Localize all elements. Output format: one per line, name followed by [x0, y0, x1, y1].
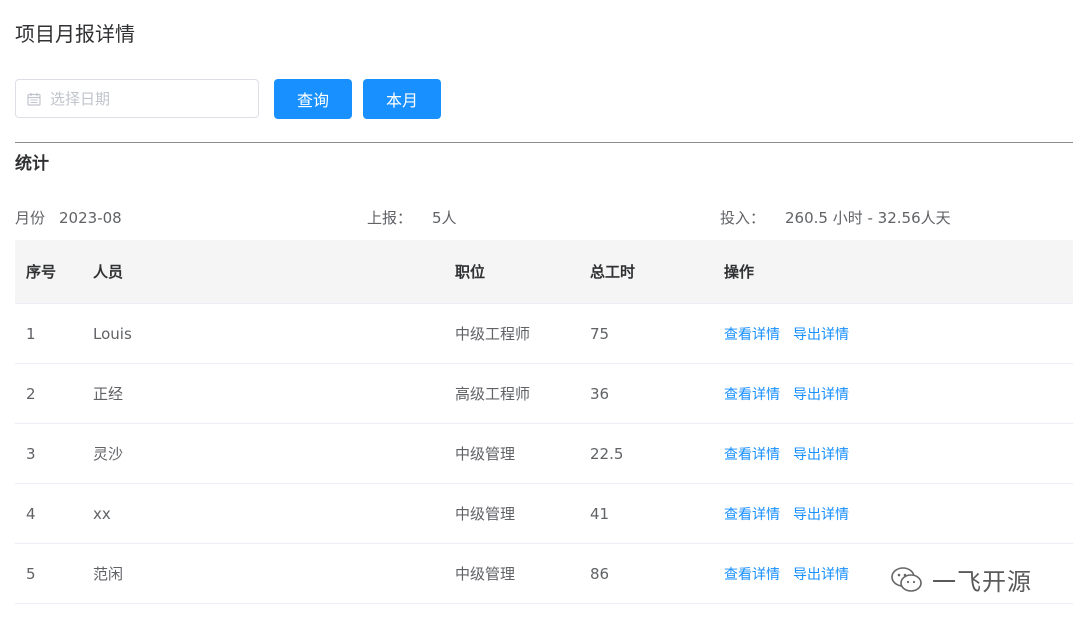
- column-header-hours: 总工时: [590, 263, 636, 281]
- table-header: 序号 人员 职位 总工时 操作: [15, 240, 1073, 304]
- stat-report-value: 5人: [432, 209, 457, 227]
- view-details-link[interactable]: 查看详情: [724, 324, 780, 344]
- stat-report-label: 上报：: [367, 209, 413, 227]
- stat-report: 上报： 5人: [367, 207, 457, 229]
- table-row: 2 正经 高级工程师 36 查看详情 导出详情: [15, 364, 1073, 424]
- row-position: 中级管理: [455, 505, 516, 523]
- column-header-index: 序号: [26, 263, 57, 281]
- stat-month: 月份 2023-08: [15, 207, 122, 229]
- table-row: 3 灵沙 中级管理 22.5 查看详情 导出详情: [15, 424, 1073, 484]
- calendar-icon: [27, 93, 41, 106]
- stat-invest-value: 260.5 小时 - 32.56人天: [785, 209, 951, 227]
- row-hours: 22.5: [590, 444, 624, 463]
- row-actions: 查看详情 导出详情: [724, 484, 862, 543]
- wechat-icon: [891, 566, 922, 592]
- section-title: 统计: [15, 154, 49, 174]
- view-details-link[interactable]: 查看详情: [724, 504, 780, 524]
- export-details-link[interactable]: 导出详情: [793, 444, 849, 464]
- export-details-link[interactable]: 导出详情: [793, 504, 849, 524]
- row-hours: 86: [590, 564, 610, 583]
- date-picker[interactable]: [15, 79, 259, 118]
- table-row: 4 xx 中级管理 41 查看详情 导出详情: [15, 484, 1073, 544]
- export-details-link[interactable]: 导出详情: [793, 564, 849, 584]
- page-title: 项目月报详情: [15, 22, 135, 46]
- row-position: 高级工程师: [455, 385, 531, 403]
- row-person: 灵沙: [93, 445, 124, 463]
- column-header-person: 人员: [93, 263, 124, 281]
- stat-month-value: 2023-08: [59, 209, 122, 227]
- row-actions: 查看详情 导出详情: [724, 364, 862, 423]
- view-details-link[interactable]: 查看详情: [724, 444, 780, 464]
- view-details-link[interactable]: 查看详情: [724, 384, 780, 404]
- stat-invest-label: 投入：: [720, 209, 766, 227]
- report-table: 序号 人员 职位 总工时 操作 1 Louis 中级工程师 75 查看详情 导出…: [15, 240, 1073, 604]
- row-index: 5: [26, 564, 36, 583]
- row-index: 4: [26, 504, 36, 523]
- stat-invest: 投入： 260.5 小时 - 32.56人天: [720, 207, 951, 229]
- row-position: 中级管理: [455, 565, 516, 583]
- row-position: 中级工程师: [455, 325, 531, 343]
- row-hours: 36: [590, 384, 610, 403]
- watermark: 一飞开源: [890, 562, 1032, 597]
- row-person: 范闲: [93, 565, 124, 583]
- row-index: 3: [26, 444, 36, 463]
- this-month-button[interactable]: 本月: [363, 79, 441, 119]
- export-details-link[interactable]: 导出详情: [793, 384, 849, 404]
- row-actions: 查看详情 导出详情: [724, 544, 862, 603]
- row-hours: 75: [590, 324, 610, 343]
- row-actions: 查看详情 导出详情: [724, 304, 862, 363]
- row-index: 1: [26, 324, 36, 343]
- date-input[interactable]: [50, 80, 250, 117]
- stat-month-label: 月份: [15, 209, 46, 227]
- row-index: 2: [26, 384, 36, 403]
- export-details-link[interactable]: 导出详情: [793, 324, 849, 344]
- view-details-link[interactable]: 查看详情: [724, 564, 780, 584]
- divider: [15, 142, 1073, 143]
- row-person: 正经: [93, 385, 124, 403]
- row-person: xx: [93, 504, 111, 523]
- row-hours: 41: [590, 504, 610, 523]
- table-row: 1 Louis 中级工程师 75 查看详情 导出详情: [15, 304, 1073, 364]
- column-header-position: 职位: [455, 263, 486, 281]
- row-position: 中级管理: [455, 445, 516, 463]
- column-header-actions: 操作: [724, 263, 755, 281]
- watermark-text: 一飞开源: [932, 568, 1032, 596]
- row-actions: 查看详情 导出详情: [724, 424, 862, 483]
- row-person: Louis: [93, 324, 132, 343]
- query-button[interactable]: 查询: [274, 79, 352, 119]
